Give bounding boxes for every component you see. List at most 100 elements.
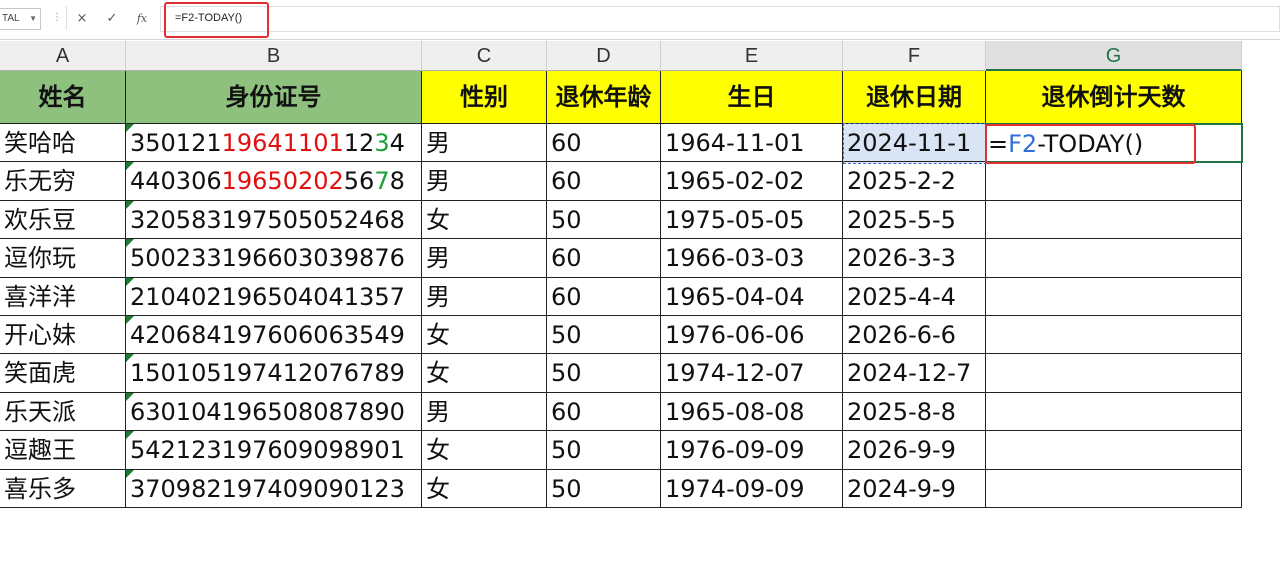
header-cell-id[interactable]: 身份证号 (126, 71, 422, 124)
cell-name[interactable]: 笑哈哈 (0, 124, 126, 162)
error-indicator-icon (126, 278, 134, 286)
cell-birth[interactable]: 1966-03-03 (661, 239, 843, 278)
cell-birth[interactable]: 1964-11-01 (661, 124, 843, 162)
id-value: 210402196504041357 (130, 283, 405, 311)
insert-function-icon[interactable]: fx (127, 12, 157, 25)
cell-retire[interactable]: 2024-12-7 (843, 354, 986, 393)
cell-countdown[interactable] (986, 354, 1242, 393)
cell-countdown[interactable] (986, 239, 1242, 278)
cell-age[interactable]: 50 (547, 470, 661, 508)
header-cell-countdown[interactable]: 退休倒计天数 (986, 71, 1242, 124)
cell-id[interactable]: 420684197606063549 (126, 316, 422, 354)
cell-retire[interactable]: 2026-3-3 (843, 239, 986, 278)
cell-gender[interactable]: 女 (422, 316, 547, 354)
cell-id[interactable]: 440306196502025678 (126, 162, 422, 201)
cell-retire[interactable]: 2024-9-9 (843, 470, 986, 508)
column-header-g[interactable]: G (986, 41, 1242, 71)
cell-age[interactable]: 50 (547, 201, 661, 239)
cell-id[interactable]: 350121196411011234 (126, 124, 422, 162)
cell-retire[interactable]: 2025-2-2 (843, 162, 986, 201)
column-header-e[interactable]: E (661, 41, 843, 71)
cell-id[interactable]: 210402196504041357 (126, 278, 422, 316)
cell-age[interactable]: 60 (547, 124, 661, 162)
id-value: 150105197412076789 (130, 359, 405, 387)
cell-retire[interactable]: 2025-4-4 (843, 278, 986, 316)
id-part: 4 (389, 129, 405, 157)
cell-gender[interactable]: 男 (422, 239, 547, 278)
cell-countdown[interactable] (986, 201, 1242, 239)
cell-name[interactable]: 喜洋洋 (0, 278, 126, 316)
column-header-b[interactable]: B (126, 41, 422, 71)
error-indicator-icon (126, 124, 134, 132)
cell-name[interactable]: 欢乐豆 (0, 201, 126, 239)
error-indicator-icon (126, 470, 134, 478)
cell-name[interactable]: 逗趣王 (0, 431, 126, 470)
cell-name[interactable]: 开心妹 (0, 316, 126, 354)
header-cell-age[interactable]: 退休年龄 (547, 71, 661, 124)
cell-countdown[interactable] (986, 393, 1242, 431)
cell-countdown[interactable] (986, 316, 1242, 354)
formula-input[interactable]: =F2-TODAY() (160, 6, 1280, 32)
cell-birth[interactable]: 1965-02-02 (661, 162, 843, 201)
name-box[interactable]: TAL ▼ (0, 8, 41, 30)
cell-id[interactable]: 370982197409090123 (126, 470, 422, 508)
cell-retire[interactable]: 2025-5-5 (843, 201, 986, 239)
header-cell-gender[interactable]: 性别 (422, 71, 547, 124)
cell-countdown[interactable] (986, 278, 1242, 316)
cell-retire[interactable]: 2026-9-9 (843, 431, 986, 470)
cell-name[interactable]: 笑面虎 (0, 354, 126, 393)
cell-gender[interactable]: 男 (422, 278, 547, 316)
cell-name[interactable]: 乐天派 (0, 393, 126, 431)
cell-birth[interactable]: 1965-08-08 (661, 393, 843, 431)
cell-age[interactable]: 60 (547, 162, 661, 201)
cell-age[interactable]: 60 (547, 239, 661, 278)
cell-gender[interactable]: 女 (422, 470, 547, 508)
cell-age[interactable]: 50 (547, 316, 661, 354)
column-header-d[interactable]: D (547, 41, 661, 71)
column-header-a[interactable]: A (0, 41, 126, 71)
cell-age[interactable]: 60 (547, 393, 661, 431)
cell-birth[interactable]: 1976-06-06 (661, 316, 843, 354)
cell-id[interactable]: 320583197505052468 (126, 201, 422, 239)
id-value: 500233196603039876 (130, 244, 405, 272)
cell-gender[interactable]: 女 (422, 201, 547, 239)
header-cell-name[interactable]: 姓名 (0, 71, 126, 124)
id-value: 542123197609098901 (130, 436, 405, 464)
cell-retire[interactable]: 2026-6-6 (843, 316, 986, 354)
cell-gender[interactable]: 男 (422, 124, 547, 162)
cell-gender[interactable]: 男 (422, 162, 547, 201)
header-cell-birth[interactable]: 生日 (661, 71, 843, 124)
cell-countdown[interactable] (986, 162, 1242, 201)
chevron-down-icon[interactable]: ▼ (29, 9, 37, 29)
cell-birth[interactable]: 1975-05-05 (661, 201, 843, 239)
enter-icon[interactable]: ✓ (97, 11, 127, 26)
cell-birth[interactable]: 1974-12-07 (661, 354, 843, 393)
cell-countdown[interactable] (986, 431, 1242, 470)
cell-birth[interactable]: 1965-04-04 (661, 278, 843, 316)
cell-birth[interactable]: 1976-09-09 (661, 431, 843, 470)
cell-gender[interactable]: 女 (422, 354, 547, 393)
cell-countdown[interactable] (986, 470, 1242, 508)
cell-name[interactable]: 乐无穷 (0, 162, 126, 201)
cell-birth[interactable]: 1974-09-09 (661, 470, 843, 508)
cell-gender[interactable]: 女 (422, 431, 547, 470)
cell-name[interactable]: 喜乐多 (0, 470, 126, 508)
cell-retire[interactable]: 2025-8-8 (843, 393, 986, 431)
cell-name[interactable]: 逗你玩 (0, 239, 126, 278)
column-header-f[interactable]: F (843, 41, 986, 71)
id-part: 440306 (130, 167, 222, 195)
id-part: 56 (343, 167, 375, 195)
id-part: 350121 (130, 129, 222, 157)
cell-gender[interactable]: 男 (422, 393, 547, 431)
header-cell-retire[interactable]: 退休日期 (843, 71, 986, 124)
cell-age[interactable]: 50 (547, 431, 661, 470)
cell-id[interactable]: 500233196603039876 (126, 239, 422, 278)
cell-age[interactable]: 60 (547, 278, 661, 316)
cancel-icon[interactable]: × (67, 11, 97, 26)
id-value: 420684197606063549 (130, 321, 405, 349)
cell-age[interactable]: 50 (547, 354, 661, 393)
cell-id[interactable]: 542123197609098901 (126, 431, 422, 470)
cell-id[interactable]: 150105197412076789 (126, 354, 422, 393)
cell-id[interactable]: 630104196508087890 (126, 393, 422, 431)
column-header-c[interactable]: C (422, 41, 547, 71)
